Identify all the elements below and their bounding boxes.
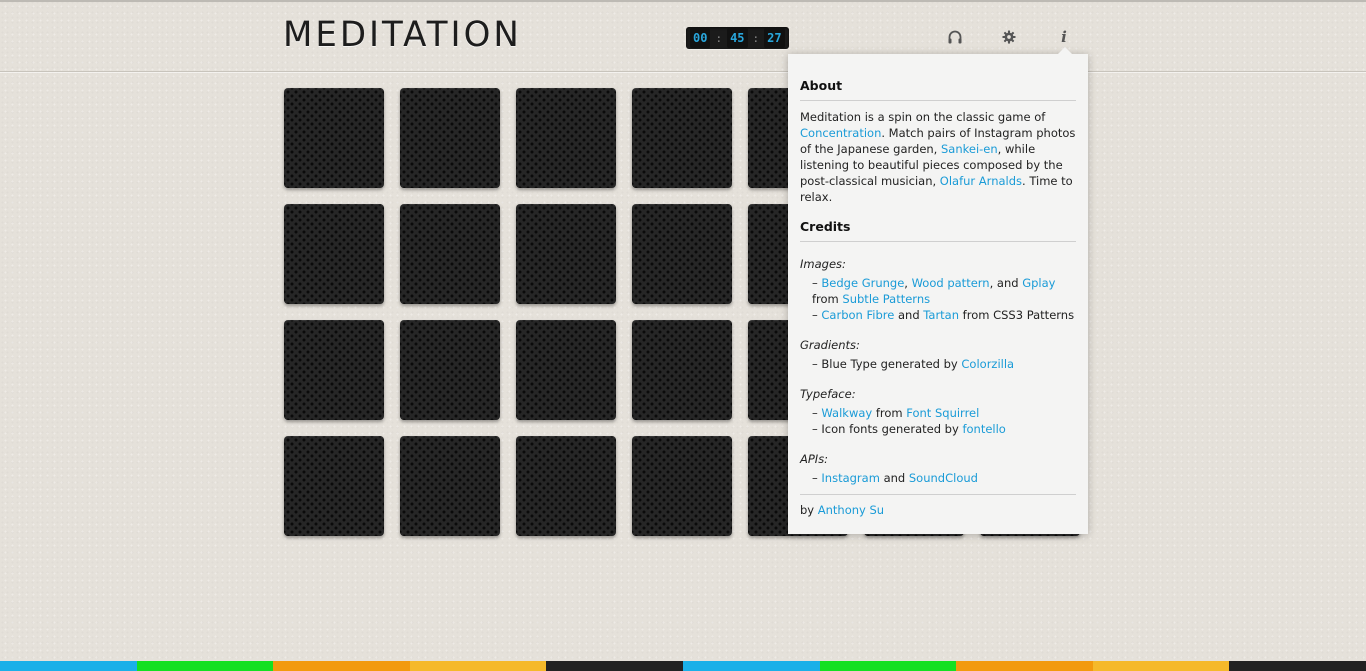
timer-separator: : bbox=[752, 31, 760, 45]
timer-separator: : bbox=[715, 31, 723, 45]
color-stripe bbox=[136, 661, 274, 671]
credits-apis-label: APIs: bbox=[800, 452, 829, 466]
card-tile[interactable] bbox=[516, 204, 616, 304]
soundcloud-link[interactable]: SoundCloud bbox=[909, 471, 978, 485]
game-timer: 00 : 45 : 27 bbox=[686, 27, 789, 49]
credits-images-label: Images: bbox=[800, 257, 846, 271]
headphones-button[interactable] bbox=[946, 28, 964, 46]
card-tile[interactable] bbox=[400, 320, 500, 420]
gplay-link[interactable]: Gplay bbox=[1022, 276, 1055, 290]
color-stripe bbox=[273, 661, 410, 671]
card-tile[interactable] bbox=[632, 436, 732, 536]
card-tile[interactable] bbox=[632, 204, 732, 304]
olafur-arnalds-link[interactable]: Olafur Arnalds bbox=[940, 174, 1022, 188]
timer-hours: 00 bbox=[690, 28, 711, 48]
timer-seconds: 27 bbox=[764, 28, 785, 48]
headphones-icon bbox=[948, 30, 962, 44]
info-icon: i bbox=[1061, 28, 1067, 46]
info-button[interactable]: i bbox=[1055, 28, 1073, 46]
credits-gradients-line: – Blue Type generated by Colorzilla bbox=[812, 357, 1015, 371]
card-tile[interactable] bbox=[632, 320, 732, 420]
color-stripe bbox=[682, 661, 820, 671]
color-stripe bbox=[409, 661, 547, 671]
card-tile[interactable] bbox=[400, 204, 500, 304]
timer-minutes: 45 bbox=[727, 28, 748, 48]
tartan-link[interactable]: Tartan bbox=[923, 308, 959, 322]
color-stripe bbox=[546, 661, 683, 671]
card-tile[interactable] bbox=[516, 320, 616, 420]
color-stripe bbox=[0, 661, 137, 671]
credits-heading: Credits bbox=[800, 219, 1076, 242]
card-tile[interactable] bbox=[516, 436, 616, 536]
credits-apis-line: – Instagram and SoundCloud bbox=[812, 471, 978, 485]
credits-typeface-line: – Walkway from Font Squirrel bbox=[812, 406, 980, 420]
credits-images-line: – Carbon Fibre and Tartan from CSS3 Patt… bbox=[812, 308, 1075, 322]
card-tile[interactable] bbox=[400, 88, 500, 188]
color-stripe-bar bbox=[0, 661, 1366, 671]
card-tile[interactable] bbox=[284, 88, 384, 188]
credits-typeface-line: – Icon fonts generated by fontello bbox=[812, 422, 1006, 436]
popover-arrow bbox=[1058, 47, 1072, 54]
concentration-link[interactable]: Concentration bbox=[800, 126, 881, 140]
subtle-patterns-link[interactable]: Subtle Patterns bbox=[842, 292, 930, 306]
about-text: Meditation is a spin on the classic game… bbox=[800, 110, 1076, 204]
bedge-grunge-link[interactable]: Bedge Grunge bbox=[821, 276, 904, 290]
colorzilla-link[interactable]: Colorzilla bbox=[961, 357, 1014, 371]
walkway-link[interactable]: Walkway bbox=[821, 406, 872, 420]
about-popover: About Meditation is a spin on the classi… bbox=[788, 47, 1088, 534]
credits-gradients-label: Gradients: bbox=[800, 338, 860, 352]
header: MEDITATION 00 : 45 : 27 i bbox=[0, 2, 1366, 72]
instagram-link[interactable]: Instagram bbox=[821, 471, 880, 485]
card-tile[interactable] bbox=[632, 88, 732, 188]
card-tile[interactable] bbox=[284, 320, 384, 420]
color-stripe bbox=[819, 661, 957, 671]
wood-pattern-link[interactable]: Wood pattern bbox=[912, 276, 990, 290]
settings-button[interactable] bbox=[1000, 28, 1018, 46]
sankei-en-link[interactable]: Sankei-en bbox=[941, 142, 998, 156]
fontello-link[interactable]: fontello bbox=[962, 422, 1005, 436]
about-heading: About bbox=[800, 78, 1076, 101]
font-squirrel-link[interactable]: Font Squirrel bbox=[906, 406, 979, 420]
credits-typeface-label: Typeface: bbox=[800, 387, 856, 401]
app-title: MEDITATION bbox=[283, 14, 522, 56]
card-tile[interactable] bbox=[284, 436, 384, 536]
author-byline: by Anthony Su bbox=[800, 494, 1076, 518]
credits-images-line: – Bedge Grunge, Wood pattern, and Gplay f… bbox=[812, 276, 1056, 306]
color-stripe bbox=[1229, 661, 1366, 671]
color-stripe bbox=[956, 661, 1093, 671]
card-tile[interactable] bbox=[400, 436, 500, 536]
carbon-fibre-link[interactable]: Carbon Fibre bbox=[821, 308, 894, 322]
gear-icon bbox=[1002, 30, 1016, 44]
card-tile[interactable] bbox=[284, 204, 384, 304]
author-link[interactable]: Anthony Su bbox=[818, 503, 884, 517]
card-tile[interactable] bbox=[516, 88, 616, 188]
color-stripe bbox=[1092, 661, 1230, 671]
